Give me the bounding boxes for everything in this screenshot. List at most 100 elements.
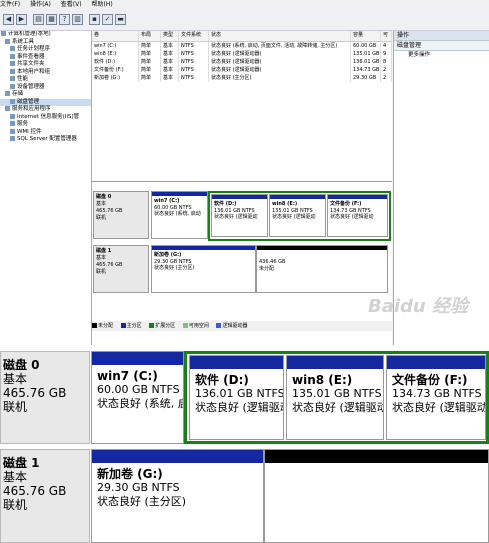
partition-name: win8 (E:) [292, 373, 353, 387]
tree-item-wmi[interactable]: WMI 控件 [0, 128, 91, 137]
legend-item: 主分区 [120, 323, 145, 329]
properties-icon[interactable]: ▦ [46, 14, 57, 25]
table-row[interactable]: 文件备份 (F:) 简单 基本 NTFS 状态良好 (逻辑驱动器) 134.73… [92, 66, 392, 74]
tree-item-event-viewer[interactable]: 事件查看器 [0, 53, 91, 62]
clock-icon [10, 46, 15, 51]
folder-icon[interactable]: ▬ [115, 14, 126, 25]
table-row[interactable]: 新加卷 (G:) 简单 基本 NTFS 状态良好 (主分区) 29.30 GB … [92, 74, 392, 82]
tree-item-services[interactable]: 服务 [0, 121, 91, 129]
partition-status: 状态良好 (系统, 启动 [154, 211, 201, 217]
primary-swatch [120, 323, 126, 328]
disk-icon[interactable]: ▪ [89, 14, 100, 25]
partition-status: 状态良好 (逻辑驱动 [214, 214, 258, 220]
column-layout[interactable]: 布局 [139, 31, 161, 41]
show-tree-icon[interactable]: ▤ [33, 14, 44, 25]
partition-e-zoom[interactable]: win8 (E:) 135.01 GB NTFS 状态良好 (逻辑驱动 [286, 355, 384, 440]
tree-item-local-users[interactable]: 本地用户和组 [0, 68, 91, 77]
tree-item-shared-folders[interactable]: 共享文件夹 [0, 61, 91, 69]
cell-type: 基本 [161, 74, 179, 82]
wmi-icon [10, 128, 15, 134]
globe-icon [10, 113, 15, 119]
tree-item-performance[interactable]: 性能 [0, 76, 91, 84]
primary-partition-bar [92, 352, 183, 365]
tree-item-task-scheduler[interactable]: 任务计划程序 [0, 46, 91, 54]
event-icon [10, 53, 15, 59]
more-actions-link[interactable]: 更多操作 [394, 51, 489, 60]
toolbar: ◀ ▶ ▤ ▦ ? ▥ ▪ ✓ ▬ [0, 10, 489, 31]
partition-d[interactable]: 软件 (D:) 136.01 GB NTFS 状态良好 (逻辑驱动 [211, 194, 268, 237]
help-icon[interactable]: ? [59, 14, 70, 25]
table-row[interactable]: win8 (E:) 简单 基本 NTFS 状态良好 (逻辑驱动器) 135.01… [92, 50, 392, 58]
menu-view[interactable]: 查看(V) [61, 0, 82, 10]
console-tree-icon[interactable]: ▥ [72, 14, 83, 25]
partition-name: win7 (C:) [97, 369, 158, 383]
computer-icon [1, 31, 6, 36]
column-volume[interactable]: 卷 [92, 31, 139, 41]
device-icon [10, 83, 15, 89]
menu-help[interactable]: 帮助(H) [92, 0, 113, 10]
partition-status: 状态良好 (逻辑驱动 [272, 214, 316, 220]
unallocated-space-zoom[interactable] [264, 449, 489, 543]
tree-item-sql-server[interactable]: SQL Server 配置管理器 [0, 136, 91, 144]
tree-item-device-manager[interactable]: 设备管理器 [0, 83, 91, 92]
partition-g[interactable]: 新加卷 (G:) 29.30 GB NTFS 状态良好 (主分区) [151, 245, 256, 293]
disk-type: 基本 [96, 255, 107, 261]
extended-swatch [149, 323, 155, 328]
partition-c-zoom[interactable]: win7 (C:)60.00 GB NTFS状态良好 (系统, 启动 [91, 351, 184, 444]
tree-item-iis[interactable]: Internet 信息服务(IIS)管 [0, 113, 91, 122]
partition-c[interactable]: win7 (C:) 60.00 GB NTFS 状态良好 (系统, 启动 [151, 191, 208, 239]
logical-drive-bar [328, 195, 387, 199]
forward-icon[interactable]: ▶ [16, 14, 27, 25]
partition-d-zoom[interactable]: 软件 (D:) 136.01 GB NTFS 状态良好 (逻辑驱动 [189, 355, 284, 440]
table-row[interactable]: win7 (C:) 简单 基本 NTFS 状态良好 (系统, 启动, 页面文件,… [92, 42, 392, 50]
table-row[interactable]: 软件 (D:) 简单 基本 NTFS 状态良好 (逻辑驱动器) 136.01 G… [92, 58, 392, 66]
disk-0-label[interactable]: 磁盘 0 基本 465.76 GB 联机 [93, 191, 149, 239]
disk-status: 联机 [3, 400, 28, 414]
column-filesystem[interactable]: 文件系统 [179, 31, 209, 41]
table-header: 卷 布局 类型 文件系统 状态 容量 可 [92, 31, 392, 42]
tree-item-services-apps[interactable]: 服务和应用程序 [0, 106, 91, 114]
actions-section-disk-management[interactable]: 磁盘管理 [394, 41, 489, 51]
disk-status: 联机 [3, 498, 28, 512]
tree-item-disk-management[interactable]: 磁盘管理 [0, 98, 91, 106]
cell-layout: 简单 [139, 42, 161, 50]
partition-f[interactable]: 文件备份 (F:) 134.73 GB NTFS 状态良好 (逻辑驱动 [327, 194, 388, 237]
cell-capacity: 134.73 GB [353, 66, 381, 74]
tree-item-computer-management[interactable]: 计算机管理(本地) [0, 31, 91, 39]
logical-drive-bar [212, 195, 267, 199]
logical-drive-bar [387, 356, 485, 369]
logical-drive-bar [287, 356, 383, 369]
partition-f-zoom[interactable]: 文件备份 (F:) 134.73 GB NTFS 状态良好 (逻辑驱动 [386, 355, 486, 440]
disk-name: 磁盘 1 [3, 456, 40, 470]
back-icon[interactable]: ◀ [3, 14, 14, 25]
menu-file[interactable]: 文件(F) [0, 0, 20, 10]
cell-free: 8 [381, 58, 392, 66]
partition-g-zoom[interactable]: 新加卷 (G:) 29.30 GB NTFS 状态良好 (主分区) [91, 449, 264, 543]
partition-e[interactable]: win8 (E:) 135.01 GB NTFS 状态良好 (逻辑驱动 [269, 194, 326, 237]
column-type[interactable]: 类型 [161, 31, 179, 41]
console-tree: 计算机管理(本地) 系统工具 任务计划程序 事件查看器 共享文件夹 本地用户和组… [0, 31, 92, 345]
disk-1-label-zoom[interactable]: 磁盘 1 基本 465.76 GB 联机 [0, 449, 90, 543]
column-free[interactable]: 可 [381, 31, 392, 41]
tools-icon [5, 38, 10, 44]
check-icon[interactable]: ✓ [102, 14, 113, 25]
partition-size: 29.30 GB NTFS [97, 481, 180, 494]
column-capacity[interactable]: 容量 [351, 31, 381, 41]
tree-item-system-tools[interactable]: 系统工具 [0, 38, 91, 47]
partition-name: 新加卷 (G:) [97, 467, 163, 481]
cell-status: 状态良好 (逻辑驱动器) [209, 58, 351, 66]
unallocated-space[interactable]: 436.46 GB 未分配 [256, 245, 388, 293]
disk-graphical-view: 磁盘 0 基本 465.76 GB 联机 win7 (C:) 60.00 GB N… [92, 189, 392, 319]
cell-status: 状态良好 (逻辑驱动器) [209, 50, 351, 58]
menu-action[interactable]: 操作(A) [30, 0, 51, 10]
partition-size: 60.00 GB NTFS [97, 383, 180, 396]
disk-0-label-zoom[interactable]: 磁盘 0 基本 465.76 GB 联机 [0, 351, 90, 444]
tree-item-storage[interactable]: 存储 [0, 91, 91, 99]
partition-status: 状态良好 (主分区) [154, 265, 195, 271]
partition-status: 状态良好 (逻辑驱动 [392, 401, 486, 414]
column-status[interactable]: 状态 [209, 31, 351, 41]
cell-filesystem: NTFS [179, 66, 209, 74]
legend-label: 主分区 [126, 323, 142, 329]
disk-1-label[interactable]: 磁盘 1 基本 465.76 GB 联机 [93, 245, 149, 293]
disk-management-icon [10, 98, 15, 104]
